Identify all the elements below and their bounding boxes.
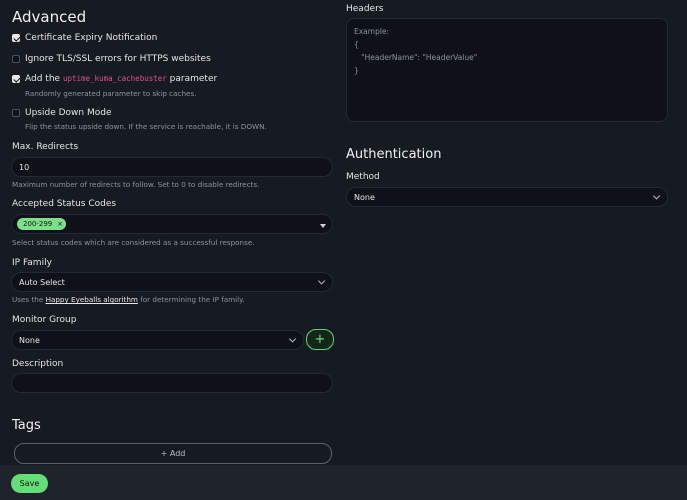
chevron-down-icon (288, 335, 297, 343)
accepted-codes-label: Accepted Status Codes (12, 199, 117, 209)
monitor-group-value: None (19, 335, 40, 345)
cachebuster-label: Add the uptime_kuma_cachebuster paramete… (25, 74, 217, 84)
advanced-title: Advanced (12, 8, 87, 26)
description-label: Description (12, 359, 64, 369)
cachebuster-checkbox[interactable] (12, 75, 20, 83)
status-code-tag-label: 200-299 (23, 220, 53, 228)
chevron-down-icon (317, 277, 326, 285)
status-code-tag: 200-299 × (17, 218, 67, 230)
happy-eyeballs-link[interactable]: Happy Eyeballs algorithm (46, 295, 138, 304)
chevron-down-icon (652, 192, 661, 200)
max-redirects-input[interactable]: 10 (11, 157, 333, 177)
ip-family-value: Auto Select (19, 277, 65, 287)
ip-family-select[interactable]: Auto Select (11, 272, 333, 292)
add-group-button[interactable]: + (306, 329, 334, 350)
add-tag-button[interactable]: + Add (14, 443, 332, 464)
save-button[interactable]: Save (11, 474, 48, 493)
headers-label: Headers (346, 4, 384, 14)
tags-title: Tags (12, 418, 41, 433)
ignore-tls-checkbox[interactable] (12, 55, 20, 63)
add-tag-label: + Add (160, 449, 186, 458)
max-redirects-value: 10 (19, 162, 30, 172)
upside-down-checkbox[interactable] (12, 109, 20, 117)
ip-family-help-after: for determining the IP family. (140, 295, 245, 304)
upside-down-label: Upside Down Mode (25, 108, 112, 118)
ip-family-help: Uses the Happy Eyeballs algorithm for de… (12, 295, 245, 304)
ip-family-label: IP Family (12, 258, 52, 268)
ip-family-help-before: Uses the (12, 295, 44, 304)
headers-textarea[interactable]: Example: { "HeaderName": "HeaderValue" } (346, 18, 668, 122)
dropdown-caret-icon (320, 224, 326, 228)
authentication-title: Authentication (346, 147, 442, 162)
method-label: Method (346, 172, 380, 182)
cert-expiry-checkbox[interactable] (12, 34, 20, 42)
auth-method-select[interactable]: None (346, 187, 668, 207)
monitor-group-label: Monitor Group (12, 315, 77, 325)
remove-tag-icon[interactable]: × (57, 220, 63, 228)
footer-bar (0, 465, 687, 500)
max-redirects-label: Max. Redirects (12, 142, 79, 152)
description-input[interactable] (11, 373, 333, 393)
cachebuster-label-before: Add the (25, 74, 61, 84)
cachebuster-help: Randomly generated parameter to skip cac… (25, 89, 197, 98)
auth-method-value: None (354, 192, 375, 202)
plus-icon: + (314, 332, 326, 347)
monitor-group-select[interactable]: None (11, 330, 304, 350)
cachebuster-label-after: parameter (169, 74, 218, 84)
upside-down-help: Flip the status upside down. If the serv… (25, 122, 267, 131)
cachebuster-code: uptime_kuma_cachebuster (62, 74, 167, 83)
accepted-codes-help: Select status codes which are considered… (12, 238, 255, 247)
save-label: Save (19, 479, 40, 488)
max-redirects-help: Maximum number of redirects to follow. S… (12, 180, 260, 189)
cert-expiry-label: Certificate Expiry Notification (25, 33, 158, 43)
ignore-tls-label: Ignore TLS/SSL errors for HTTPS websites (25, 54, 211, 64)
